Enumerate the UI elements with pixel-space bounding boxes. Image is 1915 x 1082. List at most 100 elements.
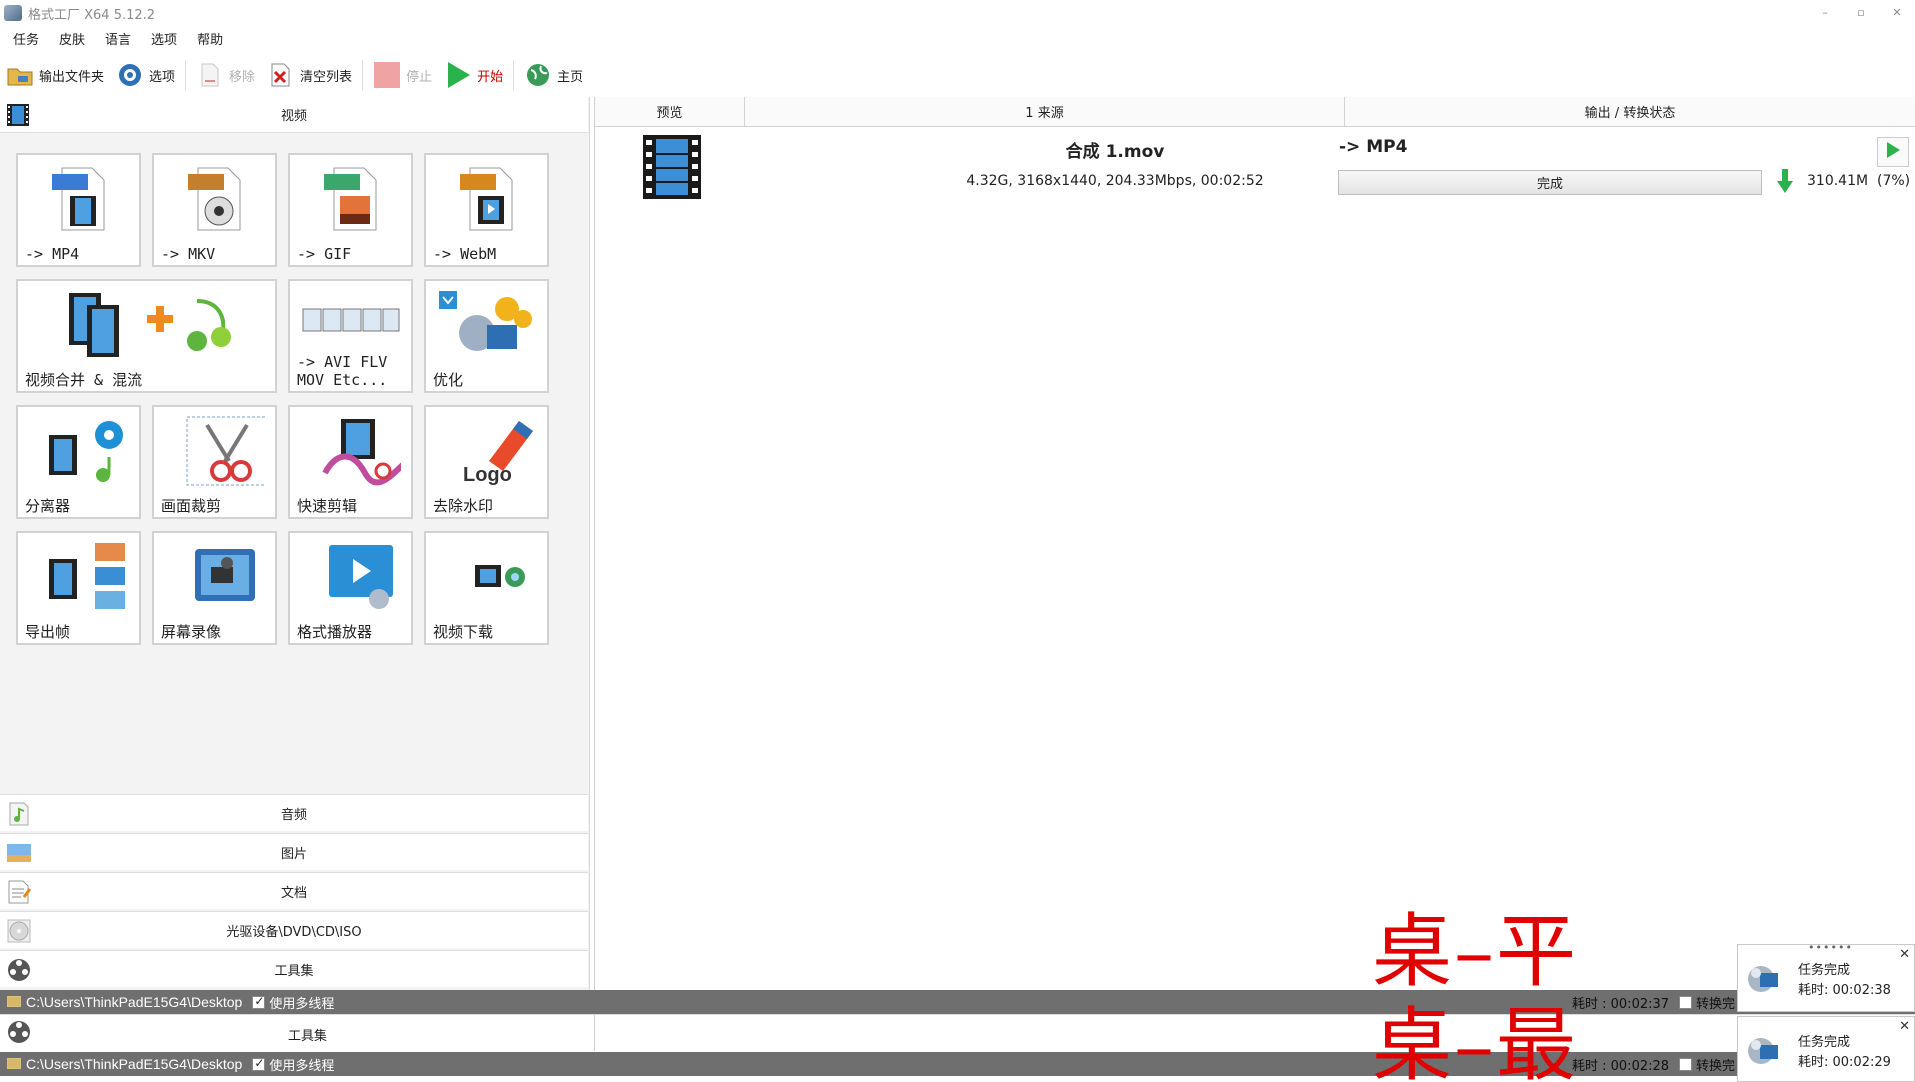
source-file-name: 合成 1.mov (1065, 142, 1165, 162)
play-icon (444, 61, 472, 89)
mkv-file-icon (154, 163, 275, 235)
close-icon[interactable]: ✕ (1899, 947, 1910, 962)
notification-time: 耗时: 00:02:29 (1798, 1055, 1891, 1070)
quick-clip-icon (290, 415, 411, 487)
column-header-source[interactable]: 1 来源 (745, 97, 1345, 127)
menu-options[interactable]: 选项 (138, 30, 184, 52)
gif-file-icon (290, 163, 411, 235)
notification-toast[interactable]: ✕ 任务完成 耗时: 00:02:29 (1737, 1016, 1915, 1082)
tile-video-download[interactable]: 视频下载 (424, 531, 549, 645)
film-reel-icon (6, 1019, 34, 1047)
film-reel-icon (6, 957, 32, 983)
tile-label: 视频下载 (433, 623, 494, 641)
output-path[interactable]: C:\Users\ThinkPadE15G4\Desktop (26, 1056, 242, 1072)
drag-grip[interactable]: •••••• (1808, 941, 1853, 954)
menu-task[interactable]: 任务 (0, 30, 46, 52)
category-image[interactable]: 图片 (0, 833, 588, 870)
screen-record-icon (154, 541, 275, 613)
output-size: 310.41M (7%) (1807, 173, 1911, 189)
panel-divider (594, 1015, 595, 1051)
splitter-icon (18, 415, 139, 487)
tile-screen-record[interactable]: 屏幕录像 (152, 531, 277, 645)
tile-label: 快速剪辑 (297, 497, 358, 515)
multithread-label: 使用多线程 (269, 1058, 335, 1074)
clear-list-button[interactable]: 清空列表 (261, 58, 358, 92)
optimize-gears-icon (426, 289, 547, 361)
size-decrease-arrow-icon (1777, 169, 1793, 195)
output-path[interactable]: C:\Users\ThinkPadE15G4\Desktop (26, 994, 242, 1010)
output-folder-button[interactable]: 输出文件夹 (0, 58, 110, 92)
toolbar-separator (513, 60, 515, 90)
category-toolset[interactable]: 工具集 (0, 950, 588, 987)
close-button[interactable]: ✕ (1879, 0, 1915, 26)
tile-label: 屏幕录像 (161, 623, 222, 641)
tile-to-mp4[interactable]: -> MP4 (16, 153, 141, 267)
notification-title: 任务完成 (1798, 963, 1851, 978)
multithread-checkbox[interactable] (252, 1056, 266, 1071)
document-remove-icon (196, 61, 224, 89)
minimize-button[interactable]: – (1807, 0, 1843, 26)
category-optical-disc[interactable]: 光驱设备\DVD\CD\ISO (0, 911, 588, 948)
menu-help[interactable]: 帮助 (184, 30, 230, 52)
picture-icon (6, 840, 32, 866)
stop-button[interactable]: 停止 (367, 58, 438, 92)
status-bar: C:\Users\ThinkPadE15G4\Desktop 使用多线程 耗时 … (0, 990, 1915, 1014)
tile-to-gif[interactable]: -> GIF (288, 153, 413, 267)
category-toolset-duplicate[interactable]: 工具集 (0, 1014, 1915, 1051)
tile-quick-clip[interactable]: 快速剪辑 (288, 405, 413, 519)
tile-to-mkv[interactable]: -> MKV (152, 153, 277, 267)
output-format: -> MP4 (1339, 137, 1408, 157)
after-convert-label: 转换完 (1696, 1058, 1736, 1074)
elapsed-time: 耗时 : 00:02:37 (1572, 996, 1670, 1012)
notification-toast[interactable]: •••••• ✕ 任务完成 耗时: 00:02:38 (1737, 941, 1915, 1012)
music-note-icon (6, 801, 32, 827)
tile-label: -> MP4 (25, 245, 80, 263)
tile-video-merge[interactable]: 视频合并 & 混流 (16, 279, 277, 393)
format-factory-icon (1746, 1033, 1780, 1067)
menu-skin[interactable]: 皮肤 (46, 30, 92, 52)
conversion-progress-bar: 完成 (1338, 170, 1762, 195)
category-document[interactable]: 文档 (0, 872, 588, 909)
column-header-output-status[interactable]: 输出 / 转换状态 (1345, 97, 1915, 127)
options-button[interactable]: 选项 (110, 58, 181, 92)
tile-label: -> WebM (433, 245, 497, 263)
scissors-crop-icon (154, 415, 275, 487)
overlay-label: 桌–最 (1372, 999, 1578, 1082)
window-title: 格式工厂 X64 5.12.2 (28, 7, 156, 23)
tile-label: 去除水印 (433, 497, 494, 515)
options-gear-icon (116, 61, 144, 89)
tile-label: 优化 (433, 371, 464, 389)
tile-to-webm[interactable]: -> WebM (424, 153, 549, 267)
tile-export-frames[interactable]: 导出帧 (16, 531, 141, 645)
toolbar: 输出文件夹 选项 移除 清空列表 停止 开始 主页 (0, 56, 1915, 94)
status-right: 耗时 : 00:02:28 转换完 (1572, 1052, 1735, 1076)
tile-to-avi-flv-mov[interactable]: -> AVI FLV MOV Etc... (288, 279, 413, 393)
home-button[interactable]: 主页 (518, 58, 589, 92)
multithread-checkbox[interactable] (252, 994, 266, 1009)
tile-format-player[interactable]: 格式播放器 (288, 531, 413, 645)
document-icon (6, 879, 32, 905)
shutdown-checkbox[interactable] (1679, 995, 1693, 1009)
remove-button[interactable]: 移除 (190, 58, 261, 92)
video-category-header[interactable]: 视频 (0, 97, 588, 133)
folder-icon (7, 1058, 21, 1069)
status-bar: C:\Users\ThinkPadE15G4\Desktop 使用多线程 耗时 … (0, 1052, 1915, 1076)
play-output-button[interactable] (1877, 137, 1909, 167)
task-row[interactable]: 合成 1.mov 4.32G, 3168x1440, 204.33Mbps, 0… (595, 127, 1915, 207)
column-header-preview[interactable]: 预览 (595, 97, 745, 127)
restore-button[interactable]: ▫ (1843, 0, 1879, 26)
menu-language[interactable]: 语言 (92, 30, 138, 52)
function-panel: 视频 -> MP4 -> MKV -> GIF -> WebM 视频合并 & 混… (0, 97, 590, 990)
tile-optimize[interactable]: 优化 (424, 279, 549, 393)
shutdown-checkbox[interactable] (1679, 1057, 1693, 1071)
video-download-icon (426, 541, 547, 613)
category-audio[interactable]: 音频 (0, 794, 588, 831)
video-category-label: 视频 (280, 109, 307, 124)
webm-file-icon (426, 163, 547, 235)
start-button[interactable]: 开始 (438, 58, 509, 92)
close-icon[interactable]: ✕ (1899, 1019, 1910, 1034)
tile-crop[interactable]: 画面裁剪 (152, 405, 277, 519)
tile-remove-watermark[interactable]: Logo 去除水印 (424, 405, 549, 519)
tile-splitter[interactable]: 分离器 (16, 405, 141, 519)
source-file-info: 4.32G, 3168x1440, 204.33Mbps, 00:02:52 (966, 173, 1264, 189)
